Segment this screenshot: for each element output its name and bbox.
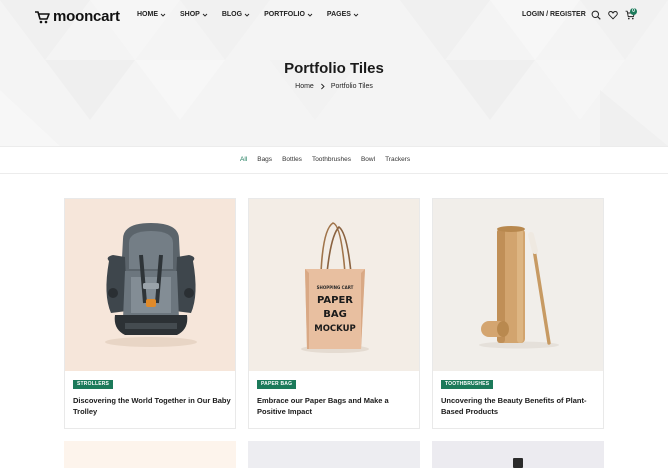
filter-bottles[interactable]: Bottles (282, 156, 302, 163)
menu-item-blog[interactable]: BLOG (222, 11, 250, 18)
menu-item-label: PORTFOLIO (264, 11, 305, 18)
chevron-down-icon (353, 13, 359, 17)
bag-print-text: BAG (323, 309, 347, 320)
paper-bag-image: SHOPPING CART PAPER BAG MOCKUP (249, 199, 419, 371)
portfolio-card[interactable]: SHOPPING CART PAPER BAG MOCKUP PAPER BAG… (248, 198, 420, 429)
filter-bags[interactable]: Bags (257, 156, 272, 163)
portfolio-filter-bar: All Bags Bottles Toothbrushes Bowl Track… (0, 146, 668, 174)
login-register-link[interactable]: LOGIN / REGISTER (522, 11, 586, 18)
menu-item-home[interactable]: HOME (137, 11, 166, 18)
menu-item-label: BLOG (221, 11, 243, 18)
chevron-down-icon (307, 13, 313, 17)
product-bottle-top-image (513, 458, 523, 468)
moon-cart-logo-icon (35, 10, 50, 23)
logo-text: mooncart (53, 8, 120, 25)
menu-item-label: PAGES (326, 11, 351, 18)
main-menu: HOME SHOP BLOG PORTFOLIO PAGES (137, 11, 359, 18)
chevron-down-icon (202, 13, 208, 17)
breadcrumb: Home Portfolio Tiles (0, 83, 668, 90)
chevron-down-icon (160, 13, 166, 17)
filter-bowl[interactable]: Bowl (361, 156, 375, 163)
menu-item-shop[interactable]: SHOP (180, 11, 208, 18)
menu-item-portfolio[interactable]: PORTFOLIO (264, 11, 313, 18)
card-title[interactable]: Discovering the World Together in Our Ba… (73, 395, 231, 417)
bag-print-text: MOCKUP (314, 324, 356, 334)
portfolio-card[interactable]: TOOTHBRUSHES Uncovering the Beauty Benef… (432, 198, 604, 429)
filter-tabs: All Bags Bottles Toothbrushes Bowl Track… (240, 156, 410, 163)
page-header: mooncart HOME SHOP BLOG PORTFOLIO PAGES (0, 0, 668, 146)
breadcrumb-current: Portfolio Tiles (330, 83, 373, 90)
chevron-right-icon (320, 83, 325, 90)
bamboo-toothbrush-image (433, 199, 603, 371)
search-icon[interactable] (591, 10, 601, 20)
filter-trackers[interactable]: Trackers (385, 156, 410, 163)
menu-item-pages[interactable]: PAGES (327, 11, 359, 18)
card-image[interactable] (433, 199, 603, 371)
site-logo[interactable]: mooncart (34, 8, 120, 25)
portfolio-card-partial[interactable] (248, 441, 420, 468)
bag-print-text: SHOPPING CART (317, 285, 354, 290)
baby-car-seat-image (65, 199, 235, 371)
top-navbar: mooncart HOME SHOP BLOG PORTFOLIO PAGES (0, 0, 668, 30)
page-title: Portfolio Tiles (284, 60, 384, 77)
portfolio-card-partial[interactable] (64, 441, 236, 468)
filter-all[interactable]: All (240, 156, 247, 163)
card-image[interactable]: SHOPPING CART PAPER BAG MOCKUP (249, 199, 419, 371)
category-tag[interactable]: STROLLERS (73, 380, 114, 389)
bag-print-text: PAPER (317, 295, 353, 306)
card-title[interactable]: Uncovering the Beauty Benefits of Plant-… (441, 395, 599, 417)
heart-icon[interactable] (608, 10, 618, 20)
card-title[interactable]: Embrace our Paper Bags and Make a Positi… (257, 395, 415, 417)
portfolio-card-partial[interactable] (432, 441, 604, 468)
chevron-down-icon (244, 13, 250, 17)
filter-toothbrushes[interactable]: Toothbrushes (312, 156, 351, 163)
category-tag[interactable]: TOOTHBRUSHES (441, 380, 494, 389)
menu-item-label: SHOP (180, 11, 200, 18)
menu-item-label: HOME (137, 11, 158, 18)
portfolio-card[interactable]: STROLLERS Discovering the World Together… (64, 198, 236, 429)
category-tag[interactable]: PAPER BAG (257, 380, 297, 389)
breadcrumb-home-link[interactable]: Home (295, 83, 314, 90)
card-image[interactable] (65, 199, 235, 371)
cart-count-badge: 0 (630, 8, 637, 15)
